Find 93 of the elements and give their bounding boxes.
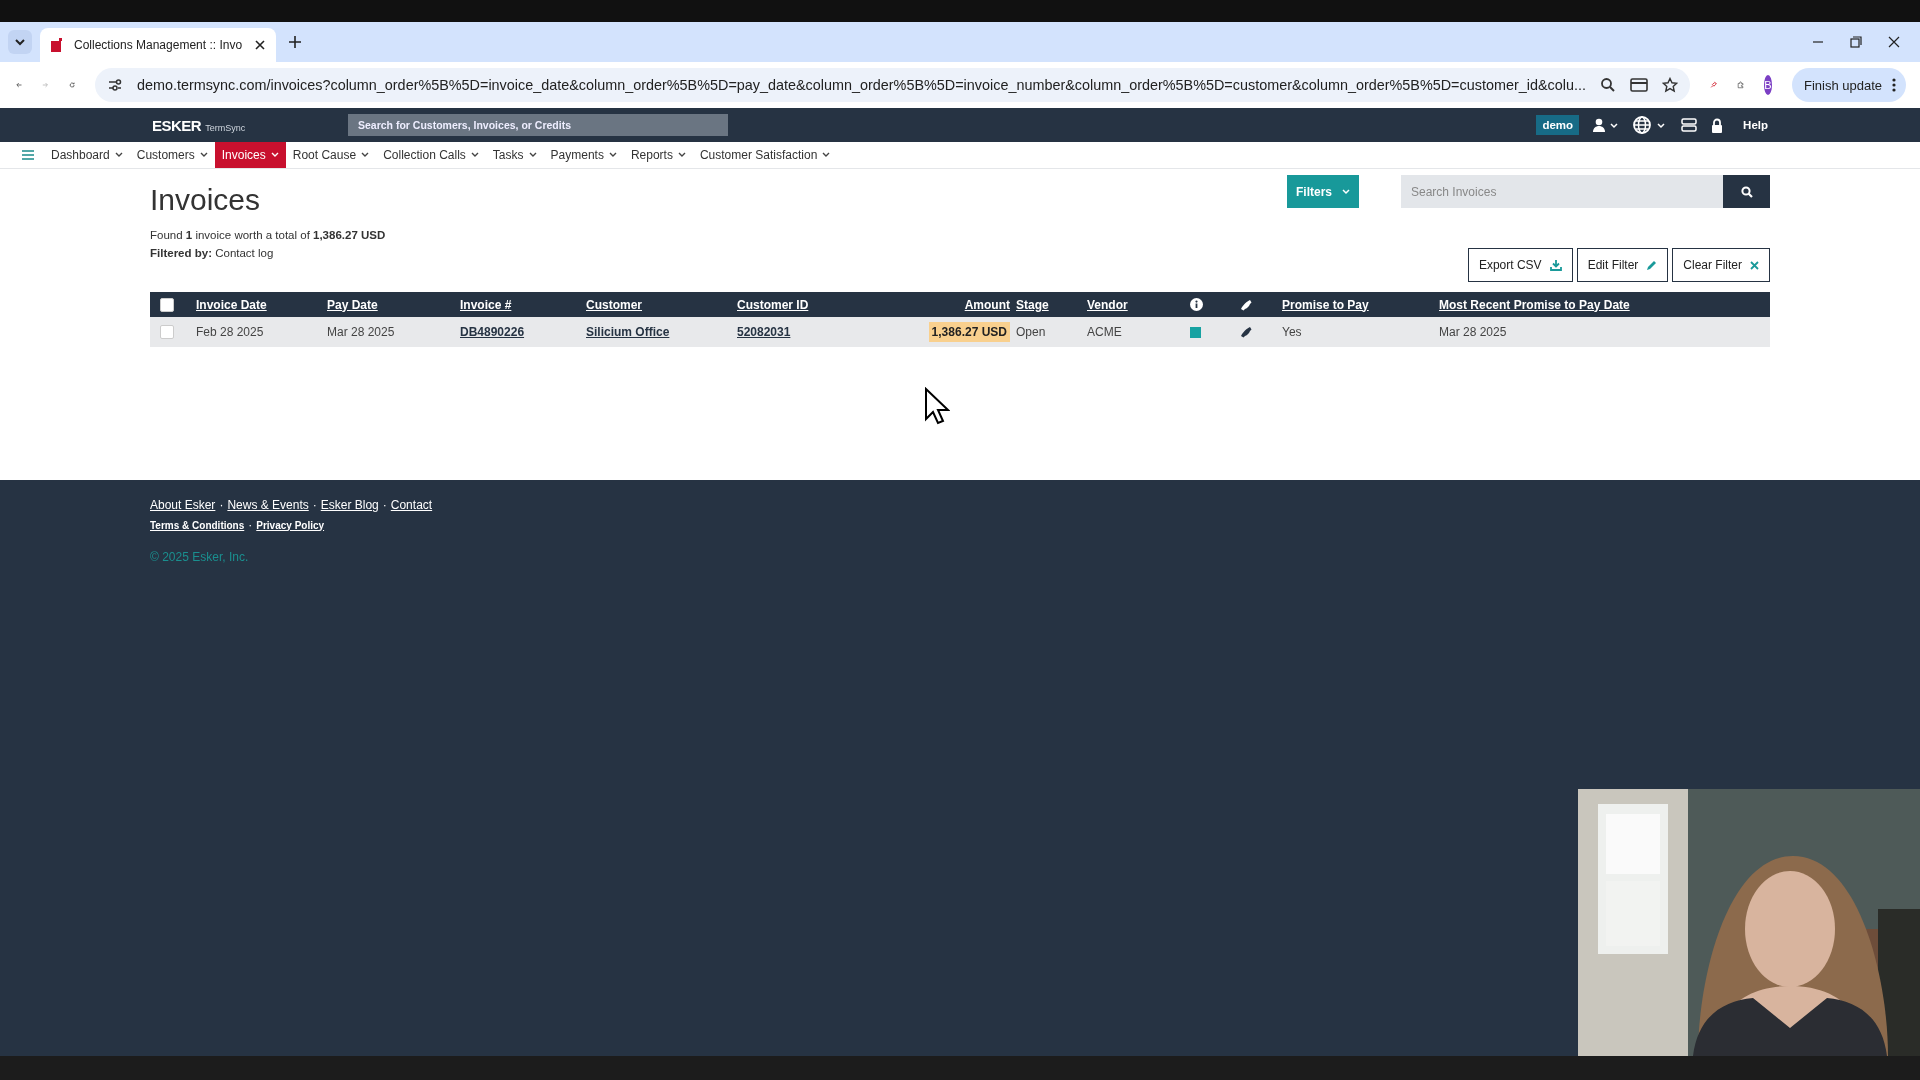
caret-icon [1342,188,1350,195]
lock-icon[interactable] [1711,117,1724,133]
chevron-down-icon [14,36,26,48]
search-icon [1740,185,1753,198]
layout-icon[interactable] [1681,118,1698,132]
caret-icon [528,152,537,158]
copyright-text: © 2025 Esker, Inc. [150,550,250,564]
logo[interactable]: ESKER TermSync [152,116,334,134]
amount-badge: 1,386.27 USD [928,322,1010,342]
separator: · [382,498,387,512]
favicon-icon [50,37,64,53]
profile-avatar[interactable]: B [1764,75,1772,95]
download-icon [1549,259,1562,271]
footer-link[interactable]: Privacy Policy [256,519,325,531]
separator: · [312,498,317,512]
tab-title: Collections Management :: Invo [74,38,244,52]
filter-summary: Filtered by: Contact log [150,247,275,259]
column-header[interactable]: Customer ID [737,297,809,312]
global-search-field[interactable]: Search for Customers, Invoices, or Credits [348,114,728,136]
column-header[interactable]: Promise to Pay [1282,297,1369,312]
help-link[interactable]: Help [1743,119,1768,131]
table-cell: Open [1016,325,1046,339]
table-cell: Mar 28 2025 [327,325,395,339]
footer-link[interactable]: About Esker [150,498,216,512]
column-header[interactable]: Customer [586,297,642,312]
table-cell: ACME [1087,325,1122,339]
caret-icon [199,152,208,158]
footer-link[interactable]: News & Events [227,498,309,512]
separator: · [248,518,253,532]
mouse-cursor-icon [924,387,950,425]
more-icon[interactable] [1892,78,1896,92]
caret-icon [608,152,617,158]
caret-icon [114,152,123,158]
account-badge[interactable]: demo [1536,115,1580,135]
nav-item[interactable]: Payments [543,142,624,168]
caret-icon [822,152,831,158]
caret-icon [470,152,479,158]
globe-menu-icon[interactable] [1633,116,1668,134]
result-summary: Found 1 invoice worth a total of 1,386.27 USD [150,229,386,241]
nav-item[interactable]: Tasks [485,142,544,168]
site-settings-icon[interactable] [106,77,123,93]
select-all-checkbox[interactable] [160,297,174,312]
caret-icon [677,152,686,158]
nav-item[interactable]: Root Cause [285,142,377,168]
footer-link[interactable]: Esker Blog [320,498,379,512]
separator: · [219,498,224,512]
card-icon[interactable] [1629,78,1648,92]
caret-icon [270,152,279,158]
new-tab-icon[interactable] [288,35,302,49]
address-bar[interactable]: demo.termsync.com/invoices?column_order%5B%5D=invoice_date&column_order%5B%5D=pay_date&column_order%5B%5D=invoice_number&column_order%5B%5D=customer&column_order%5B%5D=customer_id&colu... [94,68,1690,102]
finish-update-button[interactable]: Finish update [1791,68,1906,102]
browser-tab[interactable]: Collections Management :: Invo [40,28,276,62]
close-icon[interactable] [254,39,266,51]
nav-item[interactable]: Invoices [214,142,286,168]
nav-item[interactable]: Dashboard [44,142,130,168]
footer-link[interactable]: Contact [390,498,433,512]
column-header[interactable]: Invoice # [460,297,512,312]
footer-link[interactable]: Terms & Conditions [150,519,245,531]
table-cell: Yes [1282,325,1302,339]
edit-button[interactable]: Edit Filter [1576,248,1669,282]
menu-icon[interactable] [22,150,34,160]
export-button[interactable]: Export CSV [1467,248,1573,282]
search-button[interactable] [1723,175,1770,208]
column-header[interactable]: Invoice Date [196,297,267,312]
column-header[interactable]: Vendor [1087,297,1128,312]
customer-id-link[interactable]: 52082031 [737,325,791,339]
url-text: demo.termsync.com/invoices?column_order%5B%5D=invoice_date&column_order%5B%5D=pay_date&column_order%5B%5D=invoice_number&column_order%5B%5D=customer&column_order%5B%5D=customer_id&colu... [136,77,1586,93]
invoice-link[interactable]: DB4890226 [460,325,525,339]
table-cell: Feb 28 2025 [196,325,264,339]
tab-list-button[interactable] [8,30,32,54]
close-icon[interactable] [1888,36,1900,48]
column-header[interactable]: Amount [964,297,1010,312]
pencil-icon [1646,259,1658,271]
caret-icon [361,152,370,158]
invoice-search-field[interactable]: Search Invoices [1401,175,1723,208]
column-header[interactable]: Stage [1016,297,1049,312]
customer-link[interactable]: Silicium Office [586,325,670,339]
table-cell: Mar 28 2025 [1439,325,1507,339]
clear-button[interactable]: Clear Filter [1672,248,1770,282]
column-header[interactable]: Pay Date [327,297,378,312]
info-icon [1190,298,1203,311]
page-title: Invoices [150,183,262,217]
column-header[interactable]: Most Recent Promise to Pay Date [1439,297,1630,312]
close-icon [1750,260,1759,270]
restore-icon[interactable] [1850,36,1862,48]
zoom-icon[interactable] [1599,77,1616,93]
nav-item[interactable]: Collection Calls [376,142,486,168]
nav-item[interactable]: Customers [129,142,215,168]
user-menu-icon[interactable] [1593,118,1620,132]
nav-item[interactable]: Reports [623,142,693,168]
star-icon[interactable] [1661,77,1678,93]
row-checkbox[interactable] [160,325,174,339]
nav-item[interactable]: Customer Satisfaction [692,142,838,168]
